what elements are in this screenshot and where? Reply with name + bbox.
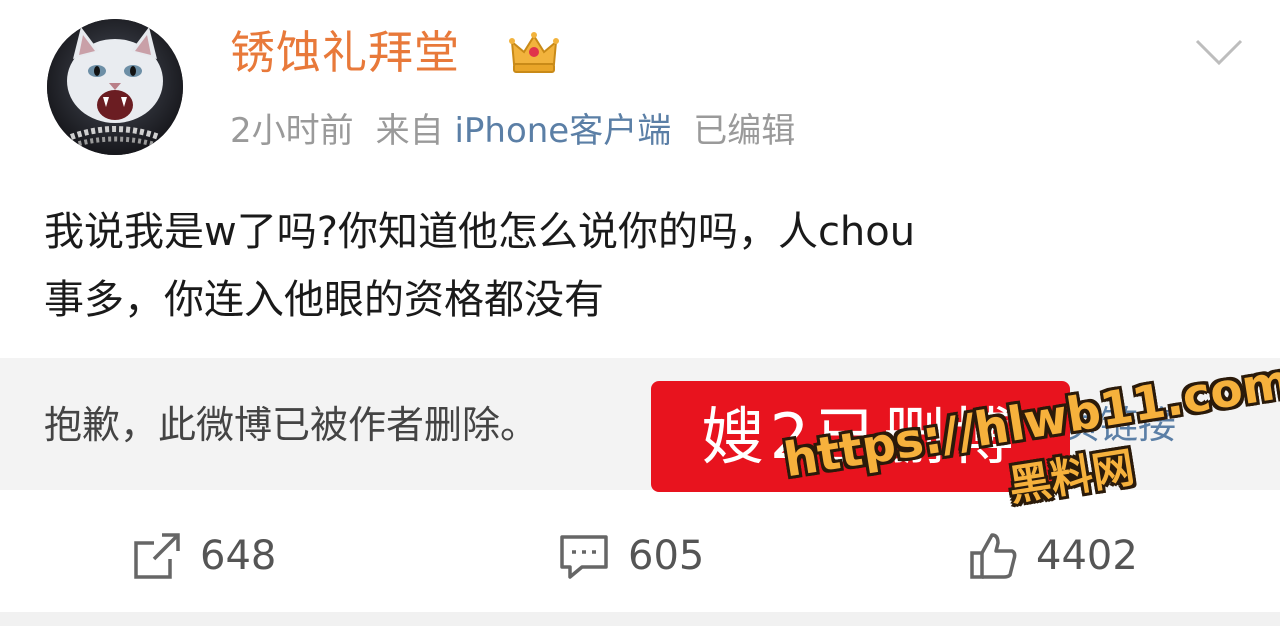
post-time: 2小时前 <box>230 111 354 151</box>
white-cat-avatar-icon <box>47 19 183 155</box>
page-link[interactable]: 页链接 <box>1062 392 1176 458</box>
comment-count: 605 <box>628 533 705 579</box>
comment-button[interactable]: 605 <box>558 526 704 586</box>
edited-label[interactable]: 已编辑 <box>693 111 795 151</box>
action-bar: 648 605 4402 <box>0 500 1280 620</box>
chevron-down-icon[interactable] <box>1193 35 1245 69</box>
overlay-label: 嫂2已删博 <box>651 381 1070 492</box>
repost-icon <box>134 533 180 579</box>
crown-icon <box>509 32 559 73</box>
like-icon <box>970 533 1017 579</box>
divider <box>0 612 1280 626</box>
comment-icon <box>560 535 608 579</box>
like-count: 4402 <box>1036 533 1138 579</box>
source-link[interactable]: iPhone客户端 <box>454 111 671 151</box>
deleted-notice: 抱歉，此微博已被作者删除。 <box>44 403 539 447</box>
post-text: 我说我是w了吗?你知道他怎么说你的吗，人chou 事多，你连入他眼的资格都没有 <box>44 198 1244 334</box>
post-text-line: 事多，你连入他眼的资格都没有 <box>44 277 604 323</box>
post-text-line: 我说我是w了吗?你知道他怎么说你的吗，人chou <box>44 209 916 255</box>
repost-count: 648 <box>200 533 277 579</box>
repost-button[interactable]: 648 <box>132 526 276 586</box>
weibo-post-card: 锈蚀礼拜堂 2小时前 来自 iPhone客户端 已编辑 我说我是w了吗?你知道他怎么… <box>0 0 1280 626</box>
like-button[interactable]: 4402 <box>968 526 1138 586</box>
source-prefix: 来自 <box>375 111 444 151</box>
avatar[interactable] <box>47 19 183 155</box>
post-meta: 2小时前 来自 iPhone客户端 已编辑 <box>230 104 795 158</box>
username[interactable]: 锈蚀礼拜堂 <box>230 22 460 84</box>
